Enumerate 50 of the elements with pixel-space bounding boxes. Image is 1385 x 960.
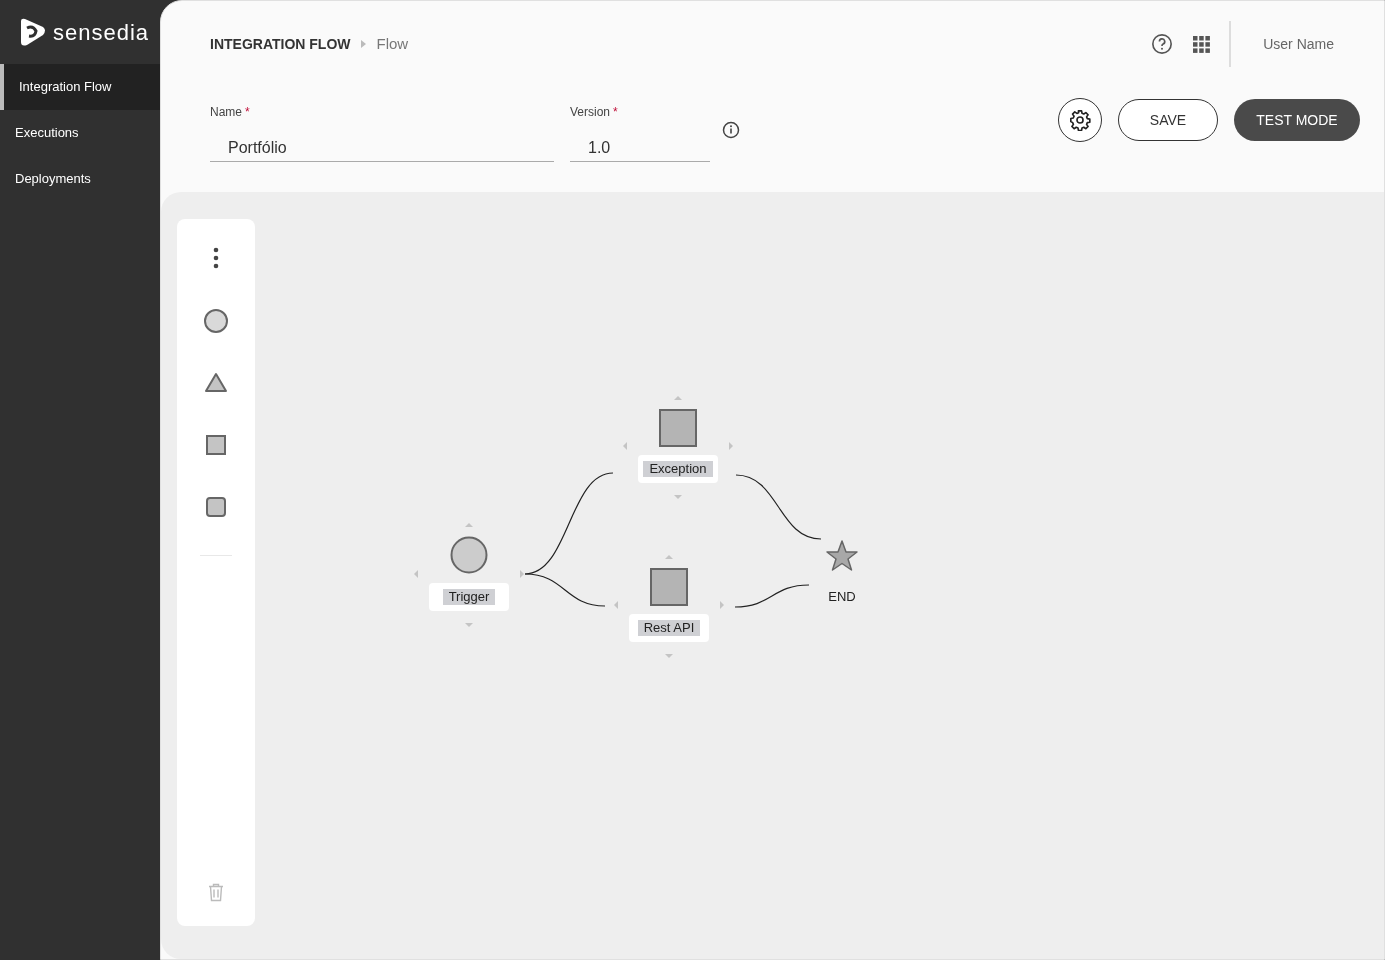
square-node-icon[interactable]: [659, 409, 697, 447]
port-arrow-icon[interactable]: [718, 601, 726, 609]
port-arrow-icon[interactable]: [465, 521, 473, 529]
required-mark: *: [245, 104, 250, 121]
port-arrow-icon[interactable]: [674, 394, 682, 402]
brand-name: sensedia: [53, 18, 150, 47]
square-shape-icon[interactable]: [204, 433, 228, 457]
more-vertical-icon[interactable]: [213, 247, 219, 269]
star-node-icon[interactable]: [825, 539, 859, 573]
settings-icon: [1069, 109, 1091, 131]
port-arrow-icon[interactable]: [665, 652, 673, 660]
node-label-box[interactable]: Trigger: [429, 583, 509, 611]
node-label: Rest API: [637, 620, 701, 636]
node-label: END: [827, 588, 857, 606]
user-name[interactable]: User Name: [1263, 33, 1334, 55]
field-label: Name: [210, 104, 242, 121]
node-label-box[interactable]: Rest API: [629, 614, 709, 642]
port-arrow-icon[interactable]: [518, 570, 526, 578]
circle-shape-icon[interactable]: [204, 309, 228, 333]
test-mode-button[interactable]: TEST MODE: [1234, 99, 1360, 141]
node-label: Trigger: [442, 589, 496, 605]
info-icon[interactable]: [722, 121, 740, 139]
node-label: Exception: [643, 461, 713, 477]
chevron-right-icon: [360, 40, 367, 48]
port-arrow-icon[interactable]: [621, 442, 629, 450]
save-button[interactable]: SAVE: [1118, 99, 1218, 141]
sidebar-item[interactable]: Deployments: [0, 156, 160, 202]
port-arrow-icon[interactable]: [727, 442, 735, 450]
required-mark: *: [613, 104, 618, 121]
help-icon[interactable]: [1151, 33, 1174, 55]
circle-node-icon[interactable]: [450, 536, 488, 574]
port-arrow-icon[interactable]: [612, 601, 620, 609]
port-arrow-icon[interactable]: [674, 493, 682, 501]
port-arrow-icon[interactable]: [412, 570, 420, 578]
node-label-box[interactable]: Exception: [638, 455, 718, 483]
field-label: Version: [570, 104, 611, 121]
breadcrumb-item: Flow: [376, 33, 409, 54]
breadcrumb-item[interactable]: INTEGRATION FLOW: [210, 33, 351, 55]
text-input-field[interactable]: Portfólio: [210, 136, 554, 162]
sidebar-item[interactable]: Executions: [0, 110, 160, 156]
rounded-square-icon[interactable]: [204, 495, 228, 519]
port-arrow-icon[interactable]: [665, 553, 673, 561]
sidebar-item[interactable]: Integration Flow: [0, 64, 160, 110]
triangle-shape-icon[interactable]: [204, 371, 228, 395]
port-arrow-icon[interactable]: [465, 621, 473, 629]
text-input-field[interactable]: 1.0: [570, 136, 710, 162]
trash-icon[interactable]: [208, 883, 224, 902]
settings-button[interactable]: [1058, 98, 1102, 142]
apps-grid-icon[interactable]: [1193, 35, 1211, 53]
square-node-icon[interactable]: [650, 568, 688, 606]
